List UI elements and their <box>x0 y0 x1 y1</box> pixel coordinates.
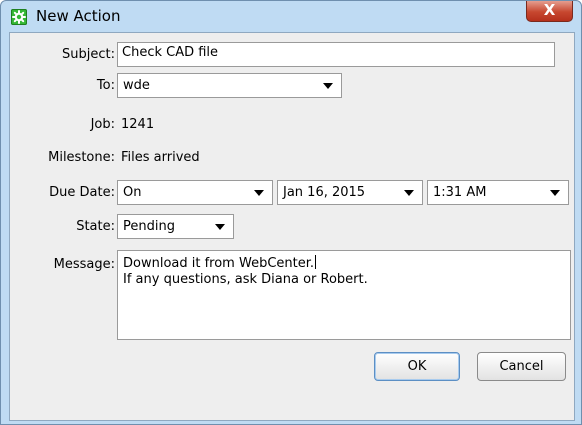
due-date-date-value: Jan 16, 2015 <box>283 185 366 200</box>
chevron-down-icon <box>215 224 225 230</box>
chevron-down-icon <box>254 190 264 196</box>
dialog-window: New Action X Subject: Check CAD file To:… <box>0 0 582 425</box>
chevron-down-icon <box>404 190 414 196</box>
due-date-mode-value: On <box>123 185 142 200</box>
job-value: 1241 <box>121 117 155 132</box>
milestone-label: Milestone: <box>48 150 115 165</box>
to-select-value: wde <box>123 78 150 93</box>
close-button[interactable]: X <box>526 1 573 22</box>
gear-icon <box>11 9 27 25</box>
chevron-down-icon <box>550 190 560 196</box>
title-bar[interactable]: New Action X <box>1 1 581 33</box>
window-title: New Action <box>36 7 121 25</box>
message-textarea[interactable]: Download it from WebCenter. If any quest… <box>117 250 571 340</box>
due-date-mode-select[interactable]: On <box>117 180 273 205</box>
chevron-down-icon <box>323 83 333 89</box>
message-line-2: If any questions, ask Diana or Robert. <box>123 272 368 287</box>
state-select-value: Pending <box>123 219 175 234</box>
due-date-time-value: 1:31 AM <box>433 185 487 200</box>
due-date-date-select[interactable]: Jan 16, 2015 <box>277 180 423 205</box>
subject-label: Subject: <box>62 47 115 62</box>
due-date-time-select[interactable]: 1:31 AM <box>427 180 569 205</box>
cancel-button[interactable]: Cancel <box>477 352 566 381</box>
subject-input[interactable]: Check CAD file <box>117 42 555 67</box>
state-select[interactable]: Pending <box>117 214 234 239</box>
message-label: Message: <box>53 257 115 272</box>
to-select[interactable]: wde <box>117 73 342 98</box>
message-line-1: Download it from WebCenter. <box>123 256 315 271</box>
milestone-value: Files arrived <box>121 150 200 165</box>
to-label: To: <box>96 78 115 93</box>
state-label: State: <box>76 219 115 234</box>
ok-button[interactable]: OK <box>374 352 460 381</box>
due-date-label: Due Date: <box>49 185 115 200</box>
job-label: Job: <box>90 117 115 132</box>
text-caret <box>315 255 317 269</box>
dialog-body: Subject: Check CAD file To: wde Job: 124… <box>9 32 575 421</box>
close-icon: X <box>543 1 556 19</box>
